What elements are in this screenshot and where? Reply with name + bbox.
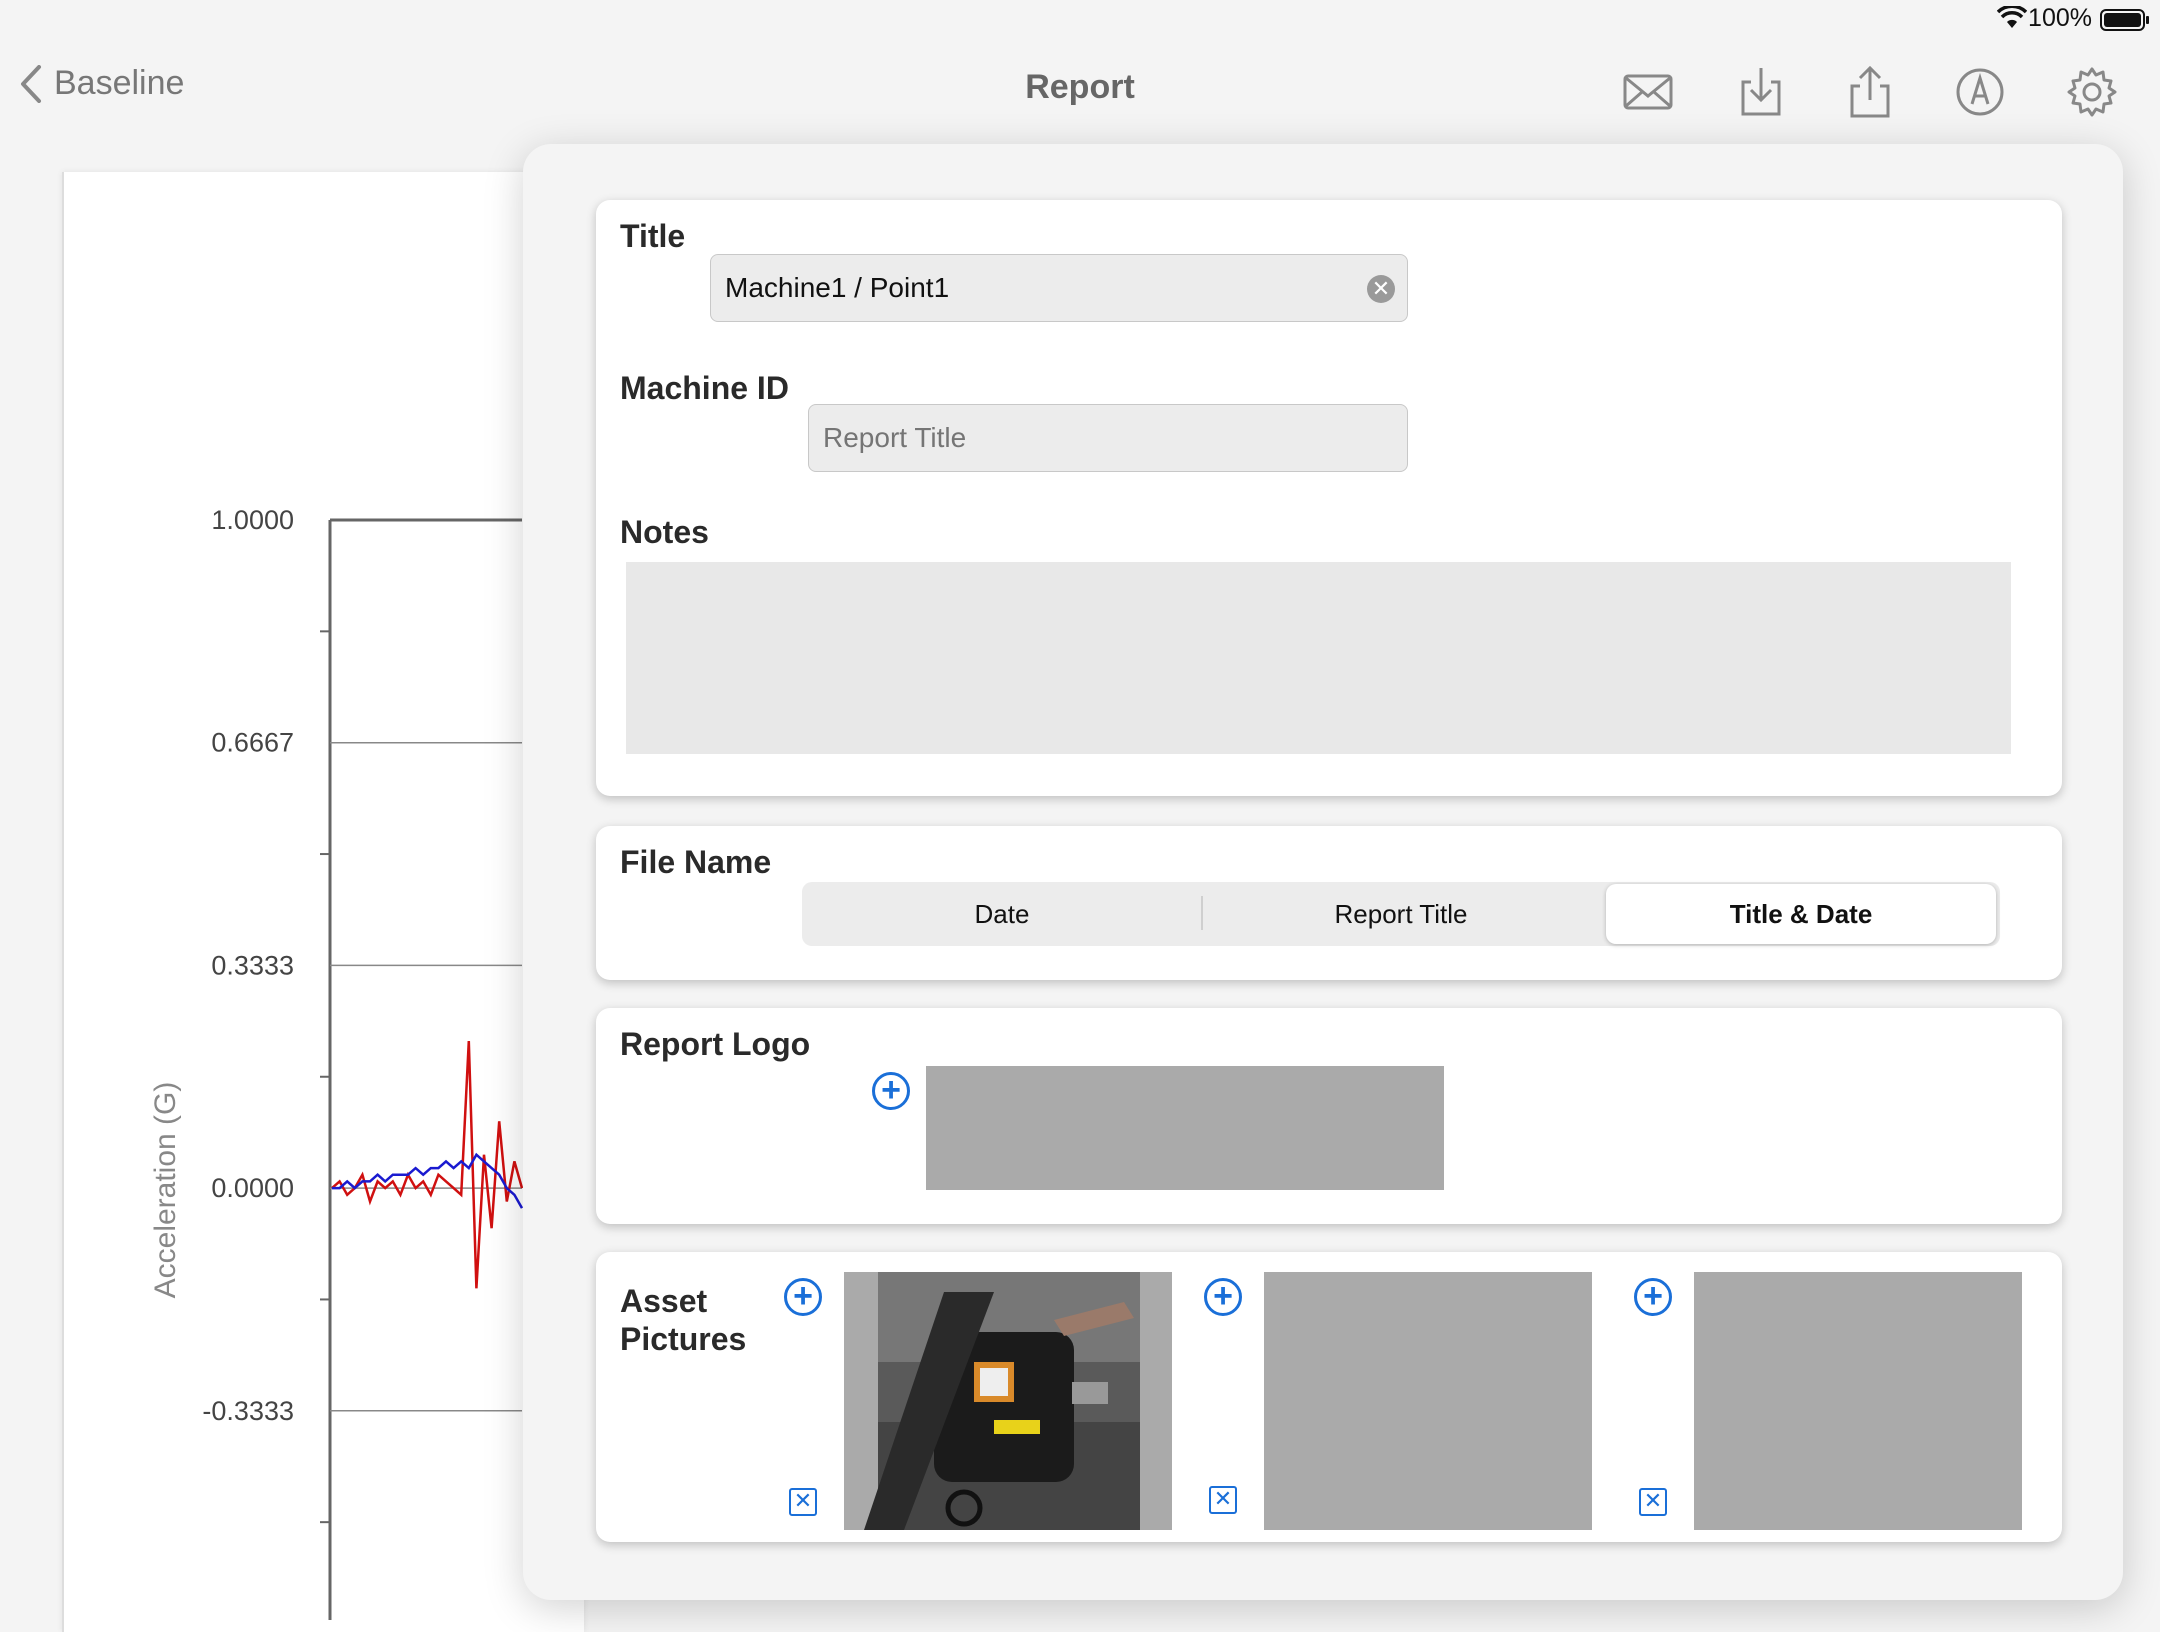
machine-id-label: Machine ID <box>620 370 789 406</box>
acceleration-chart: Acceleration (G) 1.0000 0.6667 0.3333 0.000… <box>149 505 524 1620</box>
y-axis-label: Acceleration (G) <box>149 1082 182 1299</box>
plus-icon: + <box>793 1277 813 1315</box>
title-field[interactable]: Machine1 / Point1 ✕ <box>710 254 1408 322</box>
close-icon: ✕ <box>793 1488 813 1513</box>
plus-icon: + <box>1643 1277 1663 1315</box>
motor-photo-image <box>864 1272 1140 1530</box>
segment-title-and-date[interactable]: Title & Date <box>1606 884 1996 944</box>
asset-picture-1[interactable] <box>844 1272 1172 1530</box>
remove-picture-3-button[interactable]: ✕ <box>1639 1488 1667 1516</box>
share-icon[interactable] <box>1842 64 1898 120</box>
close-icon: ✕ <box>1213 1486 1233 1511</box>
file-name-segmented-control: Date Report Title Title & Date <box>802 882 2000 946</box>
battery-icon <box>2100 9 2149 31</box>
mail-icon[interactable] <box>1620 64 1676 120</box>
file-name-label: File Name <box>620 844 772 880</box>
gear-icon[interactable] <box>2064 64 2120 120</box>
asset-pictures-label: Asset Pictures <box>620 1283 747 1357</box>
machine-id-field[interactable] <box>808 404 1408 472</box>
segment-report-title[interactable]: Report Title <box>1202 884 1600 944</box>
asset-picture-3[interactable] <box>1694 1272 2022 1530</box>
add-logo-button[interactable]: + <box>872 1072 910 1110</box>
remove-picture-1-button[interactable]: ✕ <box>789 1488 817 1516</box>
y-tick-label: 0.3333 <box>211 950 294 980</box>
y-tick-label: 0.0000 <box>211 1173 294 1203</box>
segment-date[interactable]: Date <box>802 884 1202 944</box>
logo-placeholder[interactable] <box>926 1066 1444 1190</box>
asset-picture-2[interactable] <box>1264 1272 1592 1530</box>
plus-icon: + <box>1213 1277 1233 1315</box>
wifi-icon <box>1997 6 2027 28</box>
add-picture-2-button[interactable]: + <box>1204 1278 1242 1316</box>
title-label: Title <box>620 218 686 254</box>
y-tick-label: -0.3333 <box>202 1396 294 1426</box>
status-bar: 100% <box>0 0 2160 40</box>
y-tick-label: 1.0000 <box>211 505 294 535</box>
clear-icon[interactable]: ✕ <box>1367 275 1395 303</box>
report-logo-label: Report Logo <box>620 1026 811 1062</box>
battery-percent: 100% <box>2028 4 2092 32</box>
notes-textarea[interactable] <box>626 562 2011 754</box>
add-picture-3-button[interactable]: + <box>1634 1278 1672 1316</box>
close-icon: ✕ <box>1643 1488 1663 1513</box>
add-picture-1-button[interactable]: + <box>784 1278 822 1316</box>
y-tick-label: 0.6667 <box>211 728 294 758</box>
markup-icon[interactable] <box>1952 64 2008 120</box>
remove-picture-2-button[interactable]: ✕ <box>1209 1486 1237 1514</box>
download-icon[interactable] <box>1733 64 1789 120</box>
page-title: Report <box>1025 68 1135 106</box>
plus-icon: + <box>881 1071 901 1109</box>
notes-label: Notes <box>620 514 709 550</box>
title-field-value: Machine1 / Point1 <box>725 272 950 303</box>
series-line-1 <box>331 1041 524 1289</box>
